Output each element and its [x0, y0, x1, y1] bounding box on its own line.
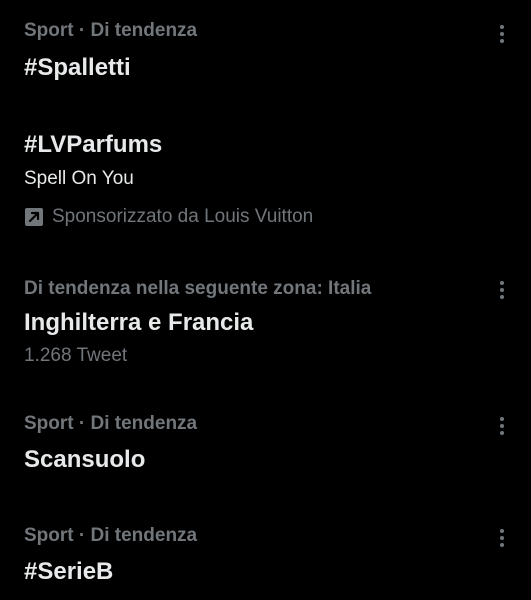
more-dots-icon[interactable]: [497, 278, 507, 302]
trend-meta: Sport · Di tendenza: [24, 20, 198, 41]
promoted-label: Sponsorizzato da Louis Vuitton: [24, 206, 313, 228]
trend-meta: Sport · Di tendenza: [24, 413, 198, 434]
trend-title: Scansuolo: [24, 446, 146, 473]
trend-item[interactable]: Sport · Di tendenza #SerieB: [0, 510, 531, 600]
trend-meta: Sport · Di tendenza: [24, 525, 198, 546]
trend-title: #Spalletti: [24, 54, 131, 81]
trend-subtitle: Spell On You: [24, 168, 134, 189]
more-dots-icon[interactable]: [497, 22, 507, 46]
promoted-arrow-icon: [25, 208, 43, 226]
trend-title: #LVParfums: [24, 131, 163, 158]
trend-meta: Di tendenza nella seguente zona: Italia: [24, 278, 372, 299]
trend-item[interactable]: Di tendenza nella seguente zona: Italia …: [0, 270, 531, 400]
trend-item[interactable]: Sport · Di tendenza #Spalletti: [0, 0, 531, 110]
trend-title: #SerieB: [24, 558, 114, 585]
more-dots-icon[interactable]: [497, 414, 507, 438]
trend-item[interactable]: Sport · Di tendenza Scansuolo: [0, 400, 531, 510]
trend-title: Inghilterra e Francia: [24, 309, 254, 336]
tweet-count: 1.268 Tweet: [24, 345, 128, 366]
promoted-text: Sponsorizzato da Louis Vuitton: [52, 206, 314, 227]
more-dots-icon[interactable]: [497, 526, 507, 550]
promoted-trend-item[interactable]: #LVParfums Spell On You Sponsorizzato da…: [0, 110, 531, 270]
